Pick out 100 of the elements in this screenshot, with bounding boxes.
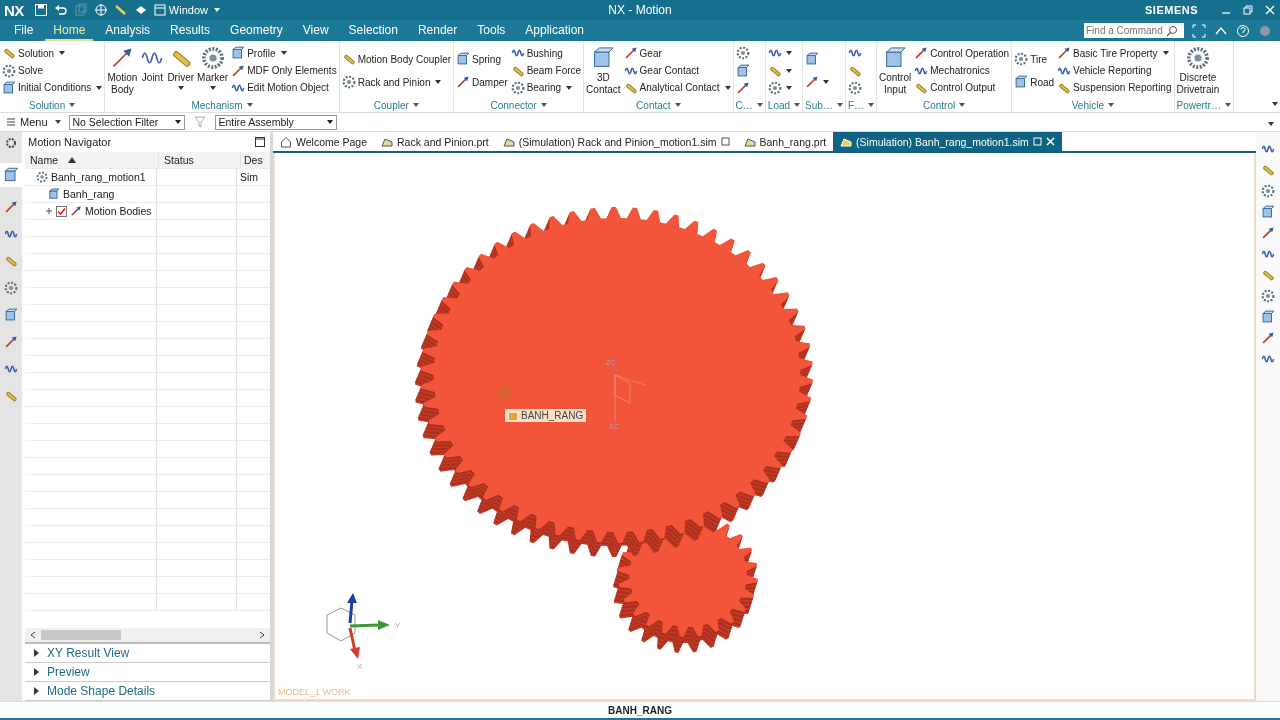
ribbon-icon-button[interactable]: [767, 80, 792, 95]
gear-icon[interactable]: [1261, 184, 1275, 198]
ribbon-button[interactable]: Control Output: [914, 80, 1010, 95]
ribbon-button[interactable]: Joint: [140, 43, 165, 98]
cube-icon[interactable]: [1261, 310, 1275, 324]
ribbon-tab[interactable]: Analysis: [97, 20, 159, 41]
close-icon[interactable]: [1264, 4, 1276, 16]
checkbox[interactable]: [56, 205, 67, 217]
cube-icon[interactable]: [1261, 205, 1275, 219]
ribbon-tab[interactable]: View: [294, 20, 337, 41]
tree-item[interactable]: Motion Bodies: [85, 205, 152, 217]
ribbon-button[interactable]: Marker: [197, 43, 229, 98]
ribbon-button[interactable]: Analytical Contact: [623, 80, 731, 95]
coil-icon[interactable]: [4, 227, 18, 241]
ribbon-button[interactable]: Discrete Drivetrain: [1176, 43, 1220, 98]
scroll-left-icon[interactable]: [29, 631, 37, 639]
ribbon-button[interactable]: Damper: [456, 75, 508, 89]
ribbon-icon-button[interactable]: [735, 46, 750, 61]
ribbon-tab[interactable]: Render: [409, 20, 466, 41]
cube-icon: [805, 52, 820, 66]
ribbon-icon-button[interactable]: [847, 80, 862, 95]
ribbon-button[interactable]: Bearing: [510, 80, 582, 95]
ribbon-button[interactable]: Road: [1014, 75, 1055, 89]
cube-icon[interactable]: [4, 308, 18, 322]
undo-icon[interactable]: [53, 3, 68, 17]
arrow-icon[interactable]: [4, 335, 18, 349]
coil-icon[interactable]: [1261, 142, 1275, 156]
ribbon-button[interactable]: Vehicle Reporting: [1057, 63, 1172, 78]
crosshair-icon[interactable]: [93, 3, 108, 17]
ribbon-icon-button[interactable]: [805, 75, 830, 89]
scroll-right-icon[interactable]: [258, 631, 266, 639]
ribbon-tab[interactable]: Selection: [340, 20, 406, 41]
command-search-field[interactable]: Find a Command: [1084, 23, 1184, 38]
selection-filter-dropdown[interactable]: No Selection Filter: [68, 114, 185, 130]
ribbon-button[interactable]: Motion Body: [107, 43, 138, 98]
arrow-icon[interactable]: [1261, 226, 1275, 240]
column-header[interactable]: Name: [25, 152, 159, 168]
assembly-scope-dropdown[interactable]: Entire Assembly: [214, 114, 337, 130]
panel-header[interactable]: XY Result View: [25, 644, 270, 663]
ribbon-button[interactable]: Control Operation: [914, 46, 1010, 61]
ribbon-button[interactable]: Gear: [623, 46, 731, 61]
column-header[interactable]: Status: [159, 152, 241, 168]
cube-icon[interactable]: [3, 167, 19, 183]
expand-icon[interactable]: [45, 207, 53, 215]
ribbon-button[interactable]: Mechatronics: [914, 63, 1010, 78]
horizontal-scrollbar[interactable]: [25, 628, 270, 644]
ribbon-button[interactable]: MDF Only Elements: [231, 63, 337, 78]
ribbon-button[interactable]: Motion Body Coupler: [341, 52, 452, 66]
panel-header[interactable]: Preview: [25, 663, 270, 682]
pin-icon[interactable]: [720, 137, 730, 146]
settings-icon[interactable]: [4, 136, 18, 150]
ribbon-button[interactable]: Rack and Pinion: [341, 75, 452, 89]
pencil-icon[interactable]: [113, 3, 128, 17]
window-menu[interactable]: Window: [153, 4, 220, 16]
coil-icon[interactable]: [4, 362, 18, 376]
save-icon[interactable]: [33, 3, 48, 17]
ribbon-tab[interactable]: File: [6, 20, 42, 41]
ribbon-button[interactable]: Beam Force: [510, 63, 582, 78]
document-tab[interactable]: (Simulation) Rack and Pinion_motion1.sim: [495, 132, 737, 151]
column-header[interactable]: Des: [241, 152, 270, 168]
ribbon-button[interactable]: Solution: [2, 46, 103, 61]
gear-icon[interactable]: [4, 281, 18, 295]
ribbon-button[interactable]: Driver: [167, 43, 195, 98]
arrow-icon[interactable]: [4, 200, 18, 214]
ribbon-button[interactable]: Spring: [456, 52, 508, 66]
document-tab[interactable]: (Simulation) Banh_rang_motion1.sim: [833, 132, 1062, 151]
ribbon-icon-button[interactable]: [735, 80, 750, 95]
maximize-icon[interactable]: [254, 136, 266, 148]
ribbon-button[interactable]: Control Input: [879, 43, 912, 98]
document-tab[interactable]: Welcome Page: [273, 132, 374, 151]
ribbon-button[interactable]: 3D Contact: [586, 43, 621, 98]
gear-icon[interactable]: [1261, 289, 1275, 303]
help-icon[interactable]: [1236, 23, 1250, 38]
ribbon-tab[interactable]: Application: [517, 20, 592, 41]
ribbon-tab[interactable]: Geometry: [222, 20, 291, 41]
tree-item[interactable]: Banh_rang_motion1: [51, 171, 146, 183]
ribbon-button[interactable]: Initial Conditions: [2, 80, 103, 95]
search-icon[interactable]: [1166, 24, 1178, 37]
ribbon-tab[interactable]: Tools: [469, 20, 514, 41]
ribbon-button[interactable]: Tire: [1014, 52, 1055, 66]
document-tab[interactable]: Banh_rang.prt: [736, 132, 834, 151]
ribbon-button[interactable]: Gear Contact: [623, 63, 731, 78]
tree-item[interactable]: Banh_rang: [63, 188, 115, 200]
panel-header[interactable]: Mode Shape Details: [25, 682, 270, 701]
ribbon-button[interactable]: Edit Motion Object: [231, 80, 337, 95]
coil-icon[interactable]: [1261, 352, 1275, 366]
coil-icon[interactable]: [1261, 247, 1275, 261]
document-tab[interactable]: Rack and Pinion.prt: [374, 132, 496, 151]
ribbon-button[interactable]: Suspension Reporting: [1057, 80, 1172, 95]
sort-ascending-icon[interactable]: [68, 157, 76, 163]
ribbon-button[interactable]: Solve: [2, 63, 103, 78]
menu-button[interactable]: Menu: [6, 116, 61, 128]
ribbon-button[interactable]: Bushing: [510, 46, 582, 61]
restore-icon[interactable]: [1242, 4, 1254, 16]
ribbon-icon-button[interactable]: [735, 63, 750, 78]
close-icon[interactable]: [1045, 137, 1055, 146]
ribbon-button[interactable]: Profile: [231, 46, 337, 61]
ribbon-tab[interactable]: Results: [162, 20, 219, 41]
ribbon-button[interactable]: Basic Tire Property: [1057, 46, 1172, 61]
arrow-icon[interactable]: [1261, 331, 1275, 345]
